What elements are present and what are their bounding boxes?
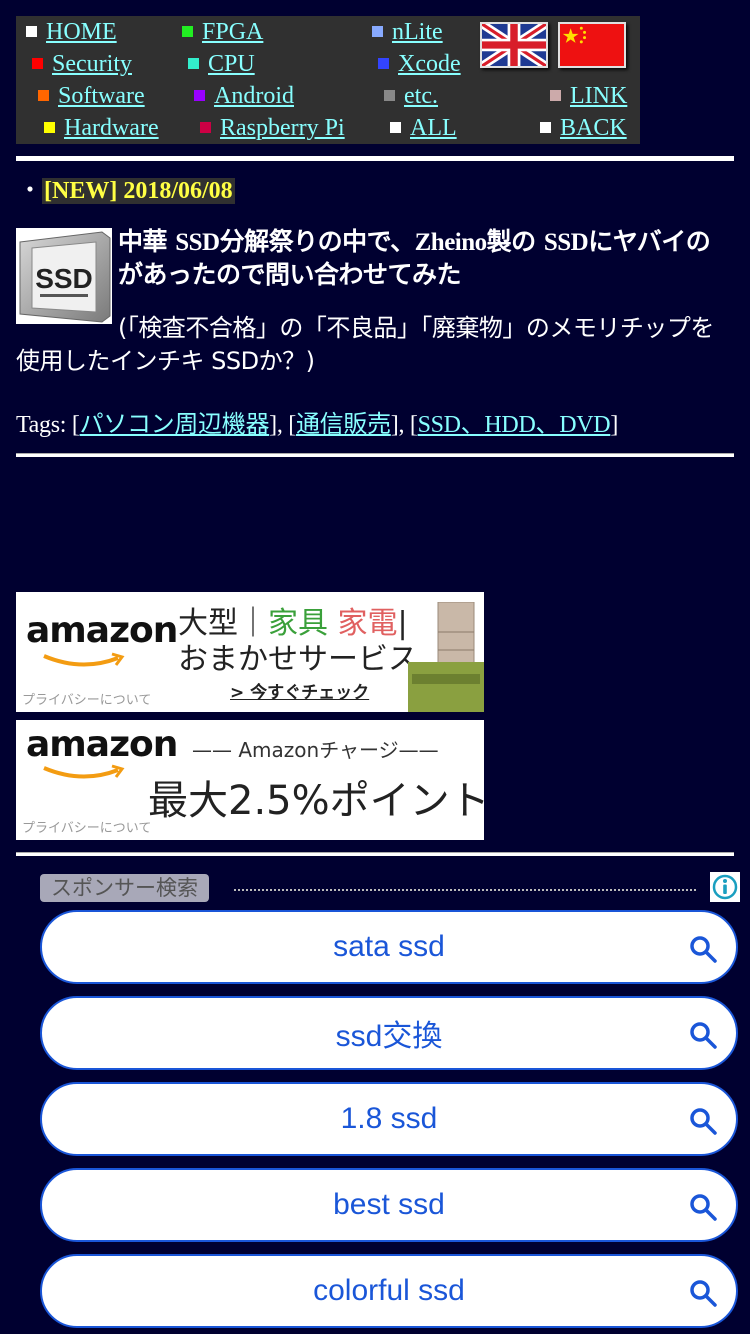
divider — [16, 453, 734, 457]
nav-link[interactable]: HOME — [46, 19, 117, 45]
privacy-link[interactable]: プライバシーについて — [22, 689, 151, 708]
nav-item-xcode[interactable]: Xcode — [378, 48, 461, 80]
info-icon[interactable] — [710, 872, 740, 902]
nav-item-home[interactable]: HOME — [26, 16, 117, 48]
nav-link[interactable]: Security — [52, 51, 132, 77]
search-icon — [690, 1022, 717, 1049]
nav-item-nlite[interactable]: nLite — [372, 16, 443, 48]
nav-item-software[interactable]: Software — [38, 80, 145, 112]
amazon-ad-furniture[interactable]: amazon 大型｜家具 家電| おまかせサービス > 今すぐチェック プライバ… — [16, 592, 484, 712]
bullet-square-icon — [182, 26, 193, 37]
post-date-line: ・[NEW] 2018/06/08 — [18, 176, 235, 206]
sponsor-search-button[interactable]: sata ssd — [40, 910, 738, 984]
nav-link[interactable]: BACK — [560, 115, 627, 141]
nav-link[interactable]: LINK — [570, 83, 627, 109]
nav-link[interactable]: Raspberry Pi — [220, 115, 345, 141]
nav-link[interactable]: Android — [214, 83, 294, 109]
tags-line: Tags: [パソコン周辺機器], [通信販売], [SSD、HDD、DVD] — [16, 412, 619, 438]
ad-cta: > 今すぐチェック — [230, 683, 370, 703]
nav-link[interactable]: Hardware — [64, 115, 159, 141]
search-icon — [690, 1280, 717, 1307]
svg-text:SSD: SSD — [35, 263, 93, 294]
nav-item-android[interactable]: Android — [194, 80, 294, 112]
bullet-square-icon — [550, 90, 561, 101]
nav-item-security[interactable]: Security — [32, 48, 132, 80]
sponsor-search-label: スポンサー検索 — [40, 874, 209, 902]
sponsor-search-button[interactable]: colorful ssd — [40, 1254, 738, 1328]
nav-item-raspberry-pi[interactable]: Raspberry Pi — [200, 112, 345, 144]
nav-item-hardware[interactable]: Hardware — [44, 112, 159, 144]
bullet-square-icon — [194, 90, 205, 101]
nav-item-fpga[interactable]: FPGA — [182, 16, 263, 48]
privacy-link[interactable]: プライバシーについて — [22, 817, 151, 836]
tag-link[interactable]: パソコン周辺機器 — [80, 412, 270, 438]
dotted-rule — [234, 889, 696, 891]
search-icon — [690, 936, 717, 963]
amazon-smile-icon — [43, 764, 125, 779]
article-title[interactable]: 中華 SSD分解祭りの中で、Zheino製の SSDにヤバイのがあったので問い合… — [118, 226, 728, 291]
bullet-square-icon — [384, 90, 395, 101]
nav-item-etc[interactable]: etc. — [384, 80, 438, 112]
nav-item-cpu[interactable]: CPU — [188, 48, 255, 80]
amazon-logo: amazon — [26, 610, 178, 651]
tag-link[interactable]: SSD、HDD、DVD — [418, 412, 611, 438]
bullet-square-icon — [378, 58, 389, 69]
bullet-square-icon — [38, 90, 49, 101]
sponsor-search-button[interactable]: best ssd — [40, 1168, 738, 1242]
bullet-square-icon — [372, 26, 383, 37]
search-icon — [690, 1194, 717, 1221]
bullet-square-icon — [32, 58, 43, 69]
nav-link[interactable]: Xcode — [398, 51, 461, 77]
amazon-logo: amazon — [26, 724, 178, 765]
china-flag-icon[interactable] — [558, 22, 626, 68]
nav-item-link[interactable]: LINK — [550, 80, 627, 112]
bullet-square-icon — [200, 122, 211, 133]
nav-link[interactable]: CPU — [208, 51, 255, 77]
divider — [16, 156, 734, 161]
category-nav: HOME FPGA nLite Security CPU Xcode Softw… — [16, 16, 640, 144]
amazon-smile-icon — [43, 652, 125, 667]
nav-item-all[interactable]: ALL — [390, 112, 457, 144]
ssd-drive-icon: SSD — [16, 228, 112, 324]
sponsor-search-button[interactable]: 1.8 ssd — [40, 1082, 738, 1156]
bullet: ・ — [18, 178, 42, 204]
search-icon — [690, 1108, 717, 1135]
nav-link[interactable]: nLite — [392, 19, 443, 45]
nav-link[interactable]: ALL — [410, 115, 457, 141]
nav-link[interactable]: FPGA — [202, 19, 263, 45]
bullet-square-icon — [188, 58, 199, 69]
new-badge: [NEW] 2018/06/08 — [42, 178, 235, 204]
nav-item-back[interactable]: BACK — [540, 112, 627, 144]
ssd-thumbnail[interactable]: SSD — [16, 228, 112, 324]
bullet-square-icon — [540, 122, 551, 133]
article-description: (「検査不合格」の「不良品」「廃棄物」のメモリチップを使用したインチキ SSDか… — [16, 314, 714, 375]
fridge-sofa-image — [408, 602, 484, 712]
nav-link[interactable]: etc. — [404, 83, 438, 109]
divider — [16, 852, 734, 856]
bullet-square-icon — [390, 122, 401, 133]
tag-link[interactable]: 通信販売 — [296, 412, 391, 438]
nav-link[interactable]: Software — [58, 83, 145, 109]
amazon-ad-charge[interactable]: amazon —— Amazonチャージ—— 最大2.5%ポイント プライバシー… — [16, 720, 484, 840]
bullet-square-icon — [44, 122, 55, 133]
uk-flag-icon[interactable] — [480, 22, 548, 68]
sponsor-search-button[interactable]: ssd交換 — [40, 996, 738, 1070]
bullet-square-icon — [26, 26, 37, 37]
